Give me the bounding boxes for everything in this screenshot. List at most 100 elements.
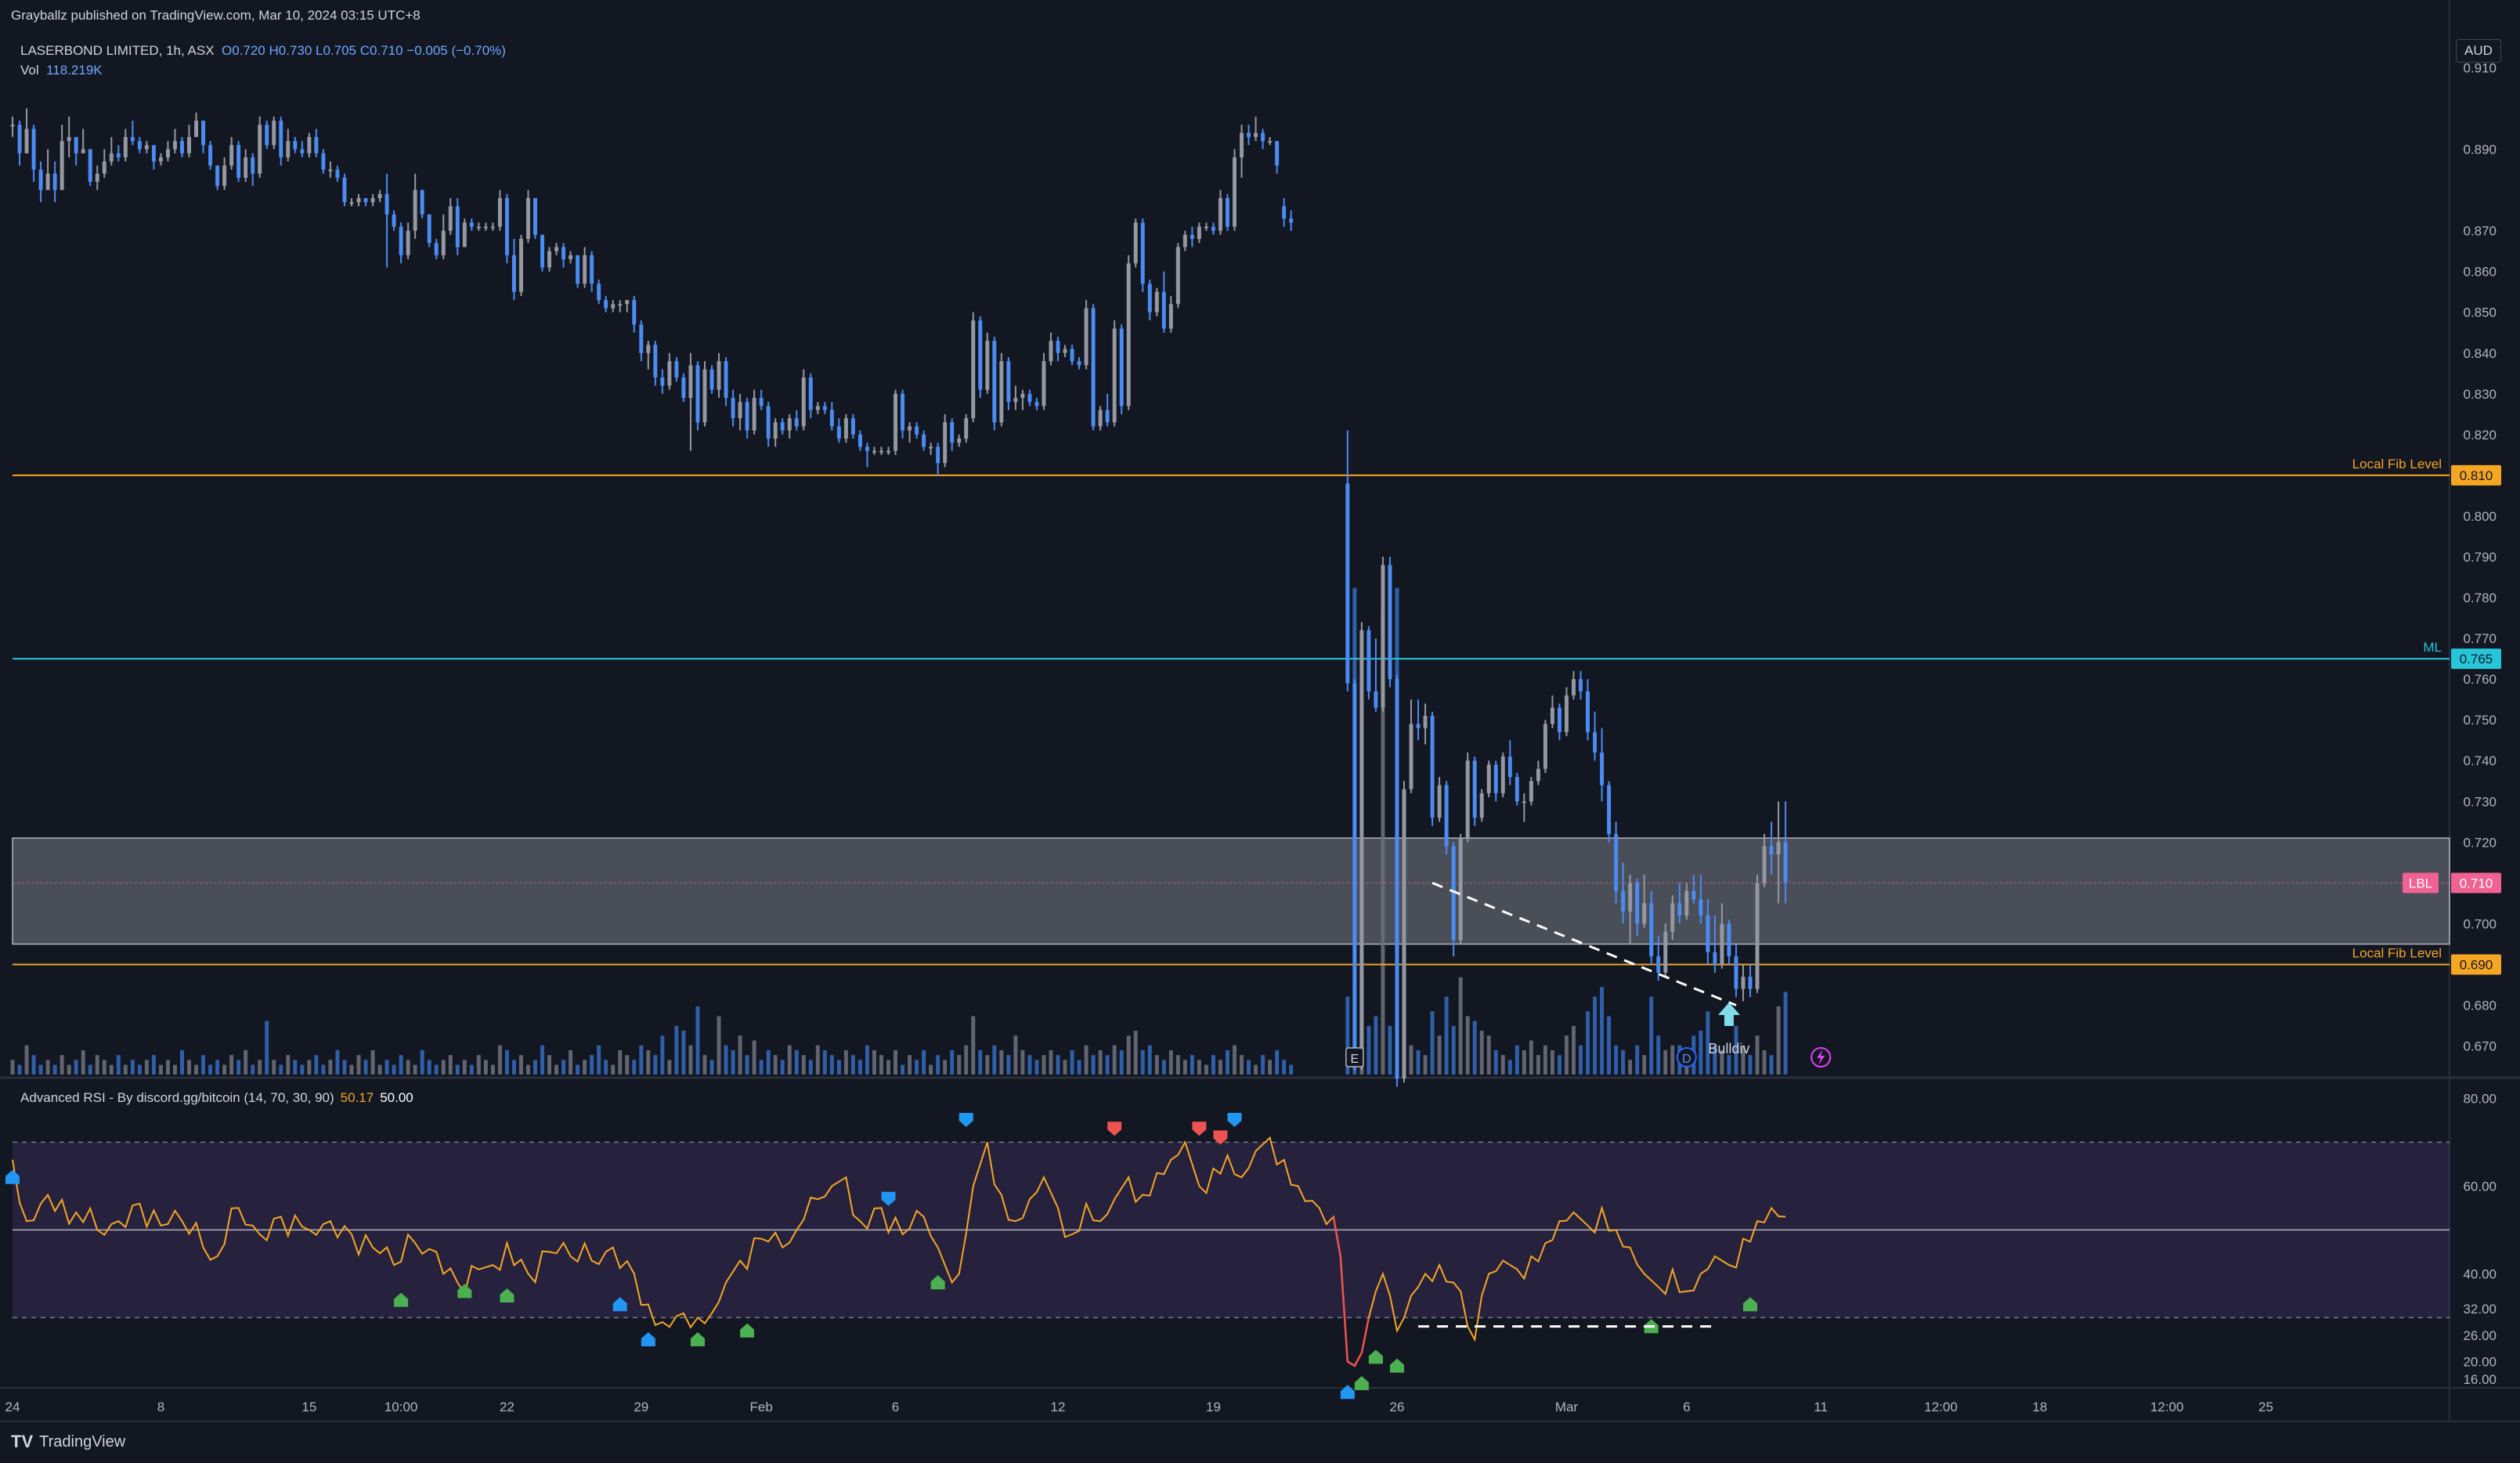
volume-bar bbox=[293, 1060, 298, 1075]
price-chart[interactable]: E D Bulldiv 0.810 Local Fib Level 0.765 ML 0.71… bbox=[0, 0, 2520, 1463]
volume-bar bbox=[1063, 1060, 1067, 1075]
candle-body bbox=[1593, 732, 1598, 753]
candle-body bbox=[363, 197, 368, 203]
volume-bar bbox=[1543, 1045, 1547, 1075]
candle-body bbox=[901, 393, 905, 431]
volume-bar bbox=[434, 1064, 439, 1075]
candle-body bbox=[392, 214, 396, 227]
price-tick-label: 0.770 bbox=[2463, 631, 2497, 646]
candle-body bbox=[1479, 793, 1484, 818]
candle-body bbox=[293, 141, 298, 150]
candle-body bbox=[201, 121, 206, 146]
candle-body bbox=[307, 136, 312, 154]
candle-body bbox=[1670, 903, 1675, 932]
volume-bar bbox=[886, 1060, 890, 1075]
volume-bar bbox=[1197, 1060, 1201, 1075]
candle-body bbox=[441, 230, 446, 255]
volume-bar bbox=[1479, 1031, 1484, 1075]
rsi-tick-label: 16.00 bbox=[2463, 1372, 2497, 1387]
candle-body bbox=[1493, 764, 1498, 793]
volume-bar bbox=[1557, 1055, 1561, 1075]
candle-body bbox=[1204, 226, 1208, 229]
volume-bar bbox=[342, 1060, 347, 1075]
volume-bar bbox=[151, 1055, 156, 1075]
time-tick-label: 6 bbox=[892, 1400, 899, 1414]
candle-body bbox=[1572, 679, 1576, 695]
candle-body bbox=[702, 369, 707, 423]
volume-bar bbox=[1112, 1045, 1117, 1075]
candle-body bbox=[172, 141, 177, 150]
candle-body bbox=[1197, 226, 1201, 240]
volume-bar bbox=[1727, 1055, 1731, 1075]
candle-body bbox=[1218, 197, 1222, 231]
price-tick-label: 0.830 bbox=[2463, 387, 2497, 402]
volume-bar bbox=[130, 1060, 135, 1075]
candle-body bbox=[24, 128, 29, 154]
volume-bar bbox=[1649, 996, 1654, 1075]
candle-body bbox=[52, 173, 57, 190]
volume-bar bbox=[448, 1055, 453, 1075]
candle-body bbox=[1402, 789, 1406, 1079]
candle-body bbox=[1564, 695, 1569, 732]
candle-body bbox=[258, 125, 262, 174]
volume-bar bbox=[201, 1055, 206, 1075]
symbol-title[interactable]: LASERBOND LIMITED, 1h, ASX bbox=[20, 43, 215, 58]
level-price-label: 0.810 bbox=[2460, 468, 2493, 483]
candle-body bbox=[1091, 308, 1096, 427]
volume-bar bbox=[399, 1055, 403, 1075]
candle-body bbox=[554, 247, 559, 251]
volume-bar bbox=[688, 1045, 693, 1075]
candle-body bbox=[738, 402, 742, 419]
candle-body bbox=[829, 410, 834, 427]
volume-bar bbox=[843, 1049, 848, 1075]
candle-body bbox=[1233, 157, 1237, 227]
time-tick-label: 25 bbox=[2258, 1400, 2273, 1414]
level-price-label: 0.765 bbox=[2460, 652, 2493, 666]
volume-bar bbox=[144, 1060, 149, 1075]
volume-bar bbox=[1049, 1049, 1053, 1075]
volume-bar bbox=[1437, 1035, 1442, 1075]
volume-bar bbox=[1593, 996, 1598, 1075]
currency-button[interactable]: AUD bbox=[2456, 39, 2501, 63]
volume-bar bbox=[1699, 1031, 1703, 1075]
candle-body bbox=[272, 121, 276, 146]
candle-body bbox=[1586, 691, 1590, 732]
volume-bar bbox=[67, 1064, 71, 1075]
candle-body bbox=[822, 406, 827, 410]
volume-bar bbox=[1105, 1055, 1110, 1075]
volume-label[interactable]: Vol bbox=[20, 63, 39, 78]
volume-bar bbox=[236, 1060, 241, 1075]
volume-bar bbox=[1663, 1049, 1668, 1075]
volume-bar bbox=[17, 1064, 22, 1075]
candle-body bbox=[1226, 197, 1229, 227]
candle-body bbox=[1133, 222, 1138, 264]
volume-bar bbox=[222, 1064, 227, 1075]
volume-bar bbox=[504, 1049, 509, 1075]
volume-bar bbox=[1147, 1045, 1152, 1075]
volume-bar bbox=[1154, 1055, 1159, 1075]
time-tick-label: 19 bbox=[1206, 1400, 1221, 1414]
volume-bar bbox=[60, 1055, 64, 1075]
volume-bar bbox=[533, 1060, 537, 1075]
rsi-indicator-name[interactable]: Advanced RSI - By discord.gg/bitcoin (14… bbox=[20, 1090, 334, 1105]
volume-bar bbox=[971, 1016, 976, 1075]
candle-body bbox=[88, 149, 92, 182]
candle-body bbox=[886, 450, 890, 453]
volume-bar bbox=[187, 1060, 191, 1075]
time-tick-label: Feb bbox=[750, 1400, 773, 1414]
volume-bar bbox=[1656, 1035, 1661, 1075]
tradingview-brand[interactable]: TV TradingView bbox=[11, 1432, 125, 1452]
candle-body bbox=[569, 255, 573, 260]
volume-bar bbox=[611, 1064, 616, 1075]
candle-body bbox=[1070, 349, 1074, 362]
volume-bar bbox=[780, 1060, 785, 1075]
volume-bar bbox=[1515, 1045, 1519, 1075]
candle-body bbox=[857, 434, 862, 447]
volume-bar bbox=[1027, 1055, 1032, 1075]
volume-bar bbox=[180, 1049, 184, 1075]
candle-body bbox=[74, 136, 78, 154]
volume-bar bbox=[307, 1060, 312, 1075]
volume-bar bbox=[1628, 1060, 1633, 1075]
volume-bar bbox=[31, 1055, 36, 1075]
candle-body bbox=[1042, 361, 1046, 406]
